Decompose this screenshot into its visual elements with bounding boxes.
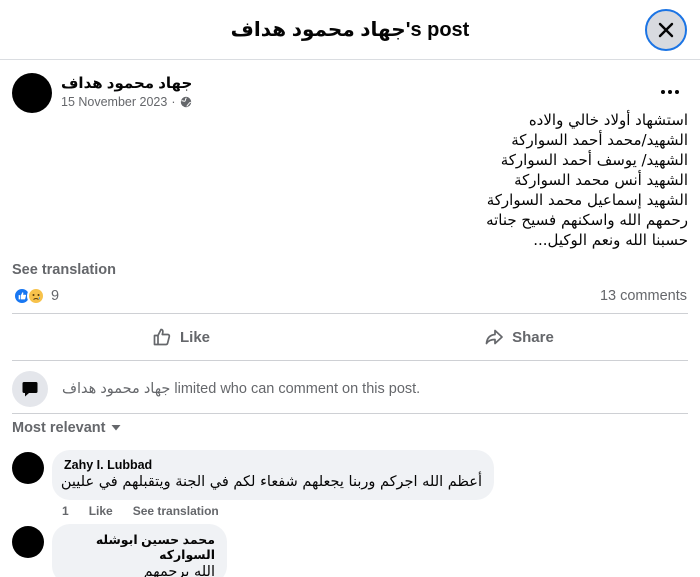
share-icon (485, 329, 503, 345)
dialog-header: جهاد محمود هداف's post (0, 0, 700, 60)
close-button[interactable] (645, 9, 687, 51)
see-translation-link[interactable]: See translation (12, 262, 116, 278)
limited-notice-text: جهاد محمود هداف limited who can comment … (62, 381, 420, 397)
reactions-summary[interactable]: 9 (13, 287, 59, 305)
comment-sort-dropdown[interactable]: Most relevant (12, 420, 121, 436)
more-icon (661, 90, 665, 94)
comment-text: أعظم الله اجركم وربنا يجعلهم شفعاء لكم ف… (60, 474, 482, 490)
reaction-count: 9 (51, 288, 60, 304)
post-line: الشهيد إسماعيل محمد السواركة (486, 191, 688, 209)
post-line: الشهيد أنس محمد السواركة (514, 171, 688, 189)
limited-notice-name: جهاد محمود هداف (62, 381, 171, 397)
thumbs-up-icon (153, 328, 171, 346)
comment-bubble-icon (12, 371, 48, 407)
post-meta: 15 November 2023 · (61, 95, 192, 109)
post-line: استشهاد أولاد خالي والاده (528, 111, 688, 129)
share-button[interactable]: Share (350, 314, 688, 360)
meta-separator: · (171, 95, 176, 109)
limited-notice-message: limited who can comment on this post. (174, 381, 421, 397)
post-line: الشهيد/ يوسف أحمد السواركة (500, 151, 688, 169)
author-avatar[interactable] (12, 73, 52, 113)
comment-text: الله يرحمهم (143, 564, 215, 577)
commenter-avatar[interactable] (12, 526, 44, 558)
author-name[interactable]: جهاد محمود هداف (61, 74, 192, 92)
comments-count[interactable]: 13 comments (600, 288, 687, 304)
post-date[interactable]: 15 November 2023 (61, 95, 167, 109)
comment-see-translation[interactable]: See translation (133, 504, 219, 518)
post-text: استشهاد أولاد خالي والاده الشهيد/محمد أح… (88, 110, 688, 250)
comment-bubble: محمد حسين ابوشله السواركه الله يرحمهم (52, 524, 227, 577)
dialog-title: جهاد محمود هداف's post (230, 19, 470, 41)
globe-icon (180, 96, 191, 108)
comment-bubble: Zahy I. Lubbad أعظم الله اجركم وربنا يجع… (52, 450, 494, 500)
close-icon (658, 22, 674, 38)
divider (12, 413, 688, 414)
limited-comments-notice: جهاد محمود هداف limited who can comment … (12, 368, 688, 410)
sort-label: Most relevant (12, 420, 106, 436)
commenter-avatar[interactable] (12, 452, 44, 484)
comment-like-button[interactable]: Like (89, 504, 113, 518)
comment-actions: 1 Like See translation (62, 504, 219, 518)
comment-author[interactable]: محمد حسين ابوشله السواركه (64, 532, 215, 562)
sad-reaction-icon (27, 287, 45, 305)
comment-like-count: 1 (62, 504, 69, 518)
more-options-button[interactable] (656, 82, 684, 102)
like-label: Like (179, 328, 210, 346)
action-bar: Like Share (12, 313, 688, 361)
share-label: Share (512, 328, 554, 346)
comment-author[interactable]: Zahy I. Lubbad (64, 458, 482, 472)
post-line: الشهيد/محمد أحمد السواركة (511, 131, 688, 149)
caret-down-icon (111, 425, 121, 431)
post-line: حسبنا الله ونعم الوكيل... (533, 231, 688, 249)
post-line: رحمهم الله واسكنهم فسيح جناته (486, 211, 688, 229)
like-button[interactable]: Like (12, 314, 350, 360)
